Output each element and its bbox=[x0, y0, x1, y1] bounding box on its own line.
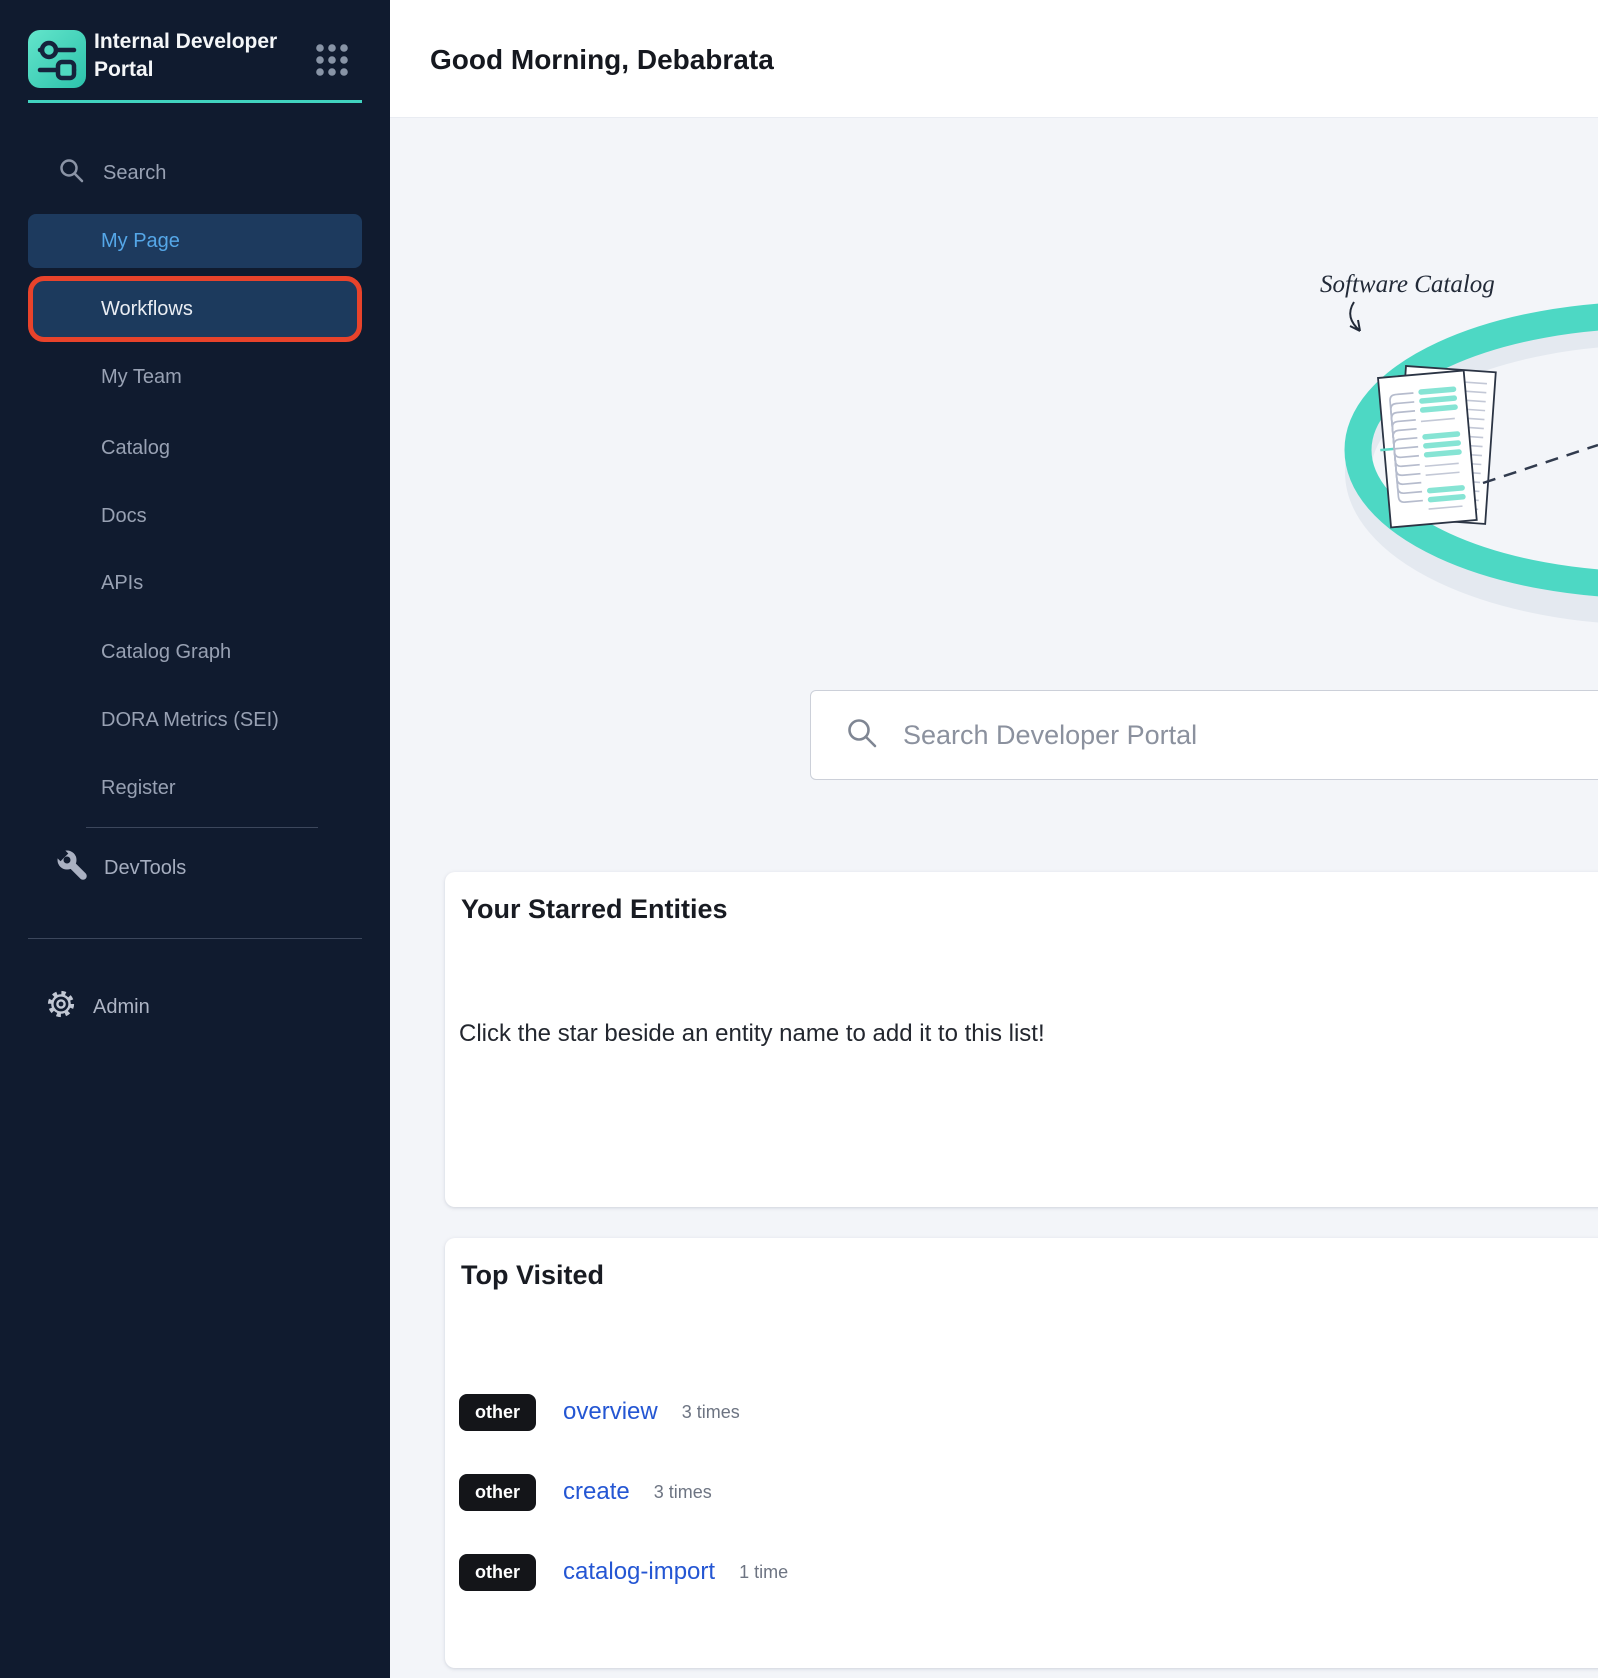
search-icon bbox=[845, 716, 879, 755]
illustration-caption: Software Catalog bbox=[1320, 271, 1495, 298]
sidebar-item-my-team[interactable]: My Team bbox=[28, 350, 362, 404]
kind-badge: other bbox=[459, 1474, 536, 1511]
sidebar-item-my-page[interactable]: My Page bbox=[28, 214, 362, 268]
sidebar-item-label: My Page bbox=[101, 230, 180, 253]
top-visited-card: Top Visited other overview 3 times other… bbox=[445, 1238, 1598, 1668]
dashed-connector-line bbox=[1483, 445, 1598, 483]
sidebar-accent-rule bbox=[28, 100, 362, 103]
entity-link-catalog-import[interactable]: catalog-import bbox=[563, 1558, 715, 1586]
greeting-title: Good Morning, Debabrata bbox=[430, 44, 774, 76]
sidebar-item-dora-metrics[interactable]: DORA Metrics (SEI) bbox=[28, 693, 362, 747]
sidebar-item-label: Register bbox=[101, 777, 175, 800]
visit-count: 3 times bbox=[654, 1482, 712, 1503]
software-catalog-illustration: Software Catalog bbox=[1238, 240, 1598, 630]
portal-search-bar bbox=[810, 690, 1598, 780]
wrench-icon bbox=[56, 849, 88, 887]
curved-arrow-icon bbox=[1350, 302, 1360, 331]
sidebar-item-catalog-graph[interactable]: Catalog Graph bbox=[28, 625, 362, 679]
app-logo-icon[interactable] bbox=[28, 30, 86, 88]
main-content: Good Morning, Debabrata bbox=[390, 0, 1598, 1678]
sidebar-item-admin[interactable]: Admin bbox=[45, 981, 150, 1033]
sidebar-item-devtools[interactable]: DevTools bbox=[28, 841, 362, 895]
sidebar-item-label: Admin bbox=[93, 996, 150, 1019]
sidebar-divider bbox=[86, 827, 318, 828]
sidebar-item-label: DORA Metrics (SEI) bbox=[101, 709, 279, 732]
starred-entities-title: Your Starred Entities bbox=[461, 894, 728, 925]
starred-entities-card: Your Starred Entities Click the star bes… bbox=[445, 872, 1598, 1207]
top-visited-row: other catalog-import 1 time bbox=[459, 1550, 788, 1594]
search-icon bbox=[58, 157, 85, 190]
sidebar-item-label: My Team bbox=[101, 366, 182, 389]
kind-badge: other bbox=[459, 1554, 536, 1591]
sidebar-item-label: Catalog bbox=[101, 437, 170, 460]
page-header: Good Morning, Debabrata bbox=[390, 0, 1598, 118]
sidebar-item-label: DevTools bbox=[104, 857, 186, 880]
top-visited-title: Top Visited bbox=[461, 1260, 604, 1291]
visit-count: 1 time bbox=[739, 1562, 788, 1583]
sidebar: Internal Developer Portal Search My bbox=[0, 0, 390, 1678]
sidebar-item-apis[interactable]: APIs bbox=[28, 556, 362, 610]
starred-empty-message: Click the star beside an entity name to … bbox=[459, 1020, 1045, 1048]
sidebar-item-label: Search bbox=[103, 162, 166, 185]
kind-badge: other bbox=[459, 1394, 536, 1431]
gear-icon bbox=[45, 988, 77, 1026]
app-title: Internal Developer Portal bbox=[94, 28, 309, 83]
top-visited-row: other create 3 times bbox=[459, 1470, 712, 1514]
top-visited-row: other overview 3 times bbox=[459, 1390, 740, 1434]
portal-search-input[interactable] bbox=[901, 719, 1598, 752]
entity-link-create[interactable]: create bbox=[563, 1478, 630, 1506]
sidebar-item-workflows-annotated[interactable]: Workflows bbox=[28, 276, 362, 342]
sidebar-item-label: Docs bbox=[101, 505, 147, 528]
sidebar-item-label: Catalog Graph bbox=[101, 641, 231, 664]
sidebar-divider bbox=[28, 938, 362, 939]
sidebar-item-label: Workflows bbox=[101, 298, 193, 321]
entity-link-overview[interactable]: overview bbox=[563, 1398, 658, 1426]
sidebar-item-search[interactable]: Search bbox=[28, 146, 362, 200]
sidebar-item-catalog[interactable]: Catalog bbox=[28, 421, 362, 475]
sliders-logo-glyph bbox=[28, 30, 86, 88]
catalog-doc-front bbox=[1374, 371, 1477, 528]
sidebar-item-register[interactable]: Register bbox=[28, 761, 362, 815]
visit-count: 3 times bbox=[682, 1402, 740, 1423]
sidebar-item-label: APIs bbox=[101, 572, 143, 595]
apps-grid-icon[interactable] bbox=[314, 42, 350, 78]
sidebar-item-docs[interactable]: Docs bbox=[28, 489, 362, 543]
